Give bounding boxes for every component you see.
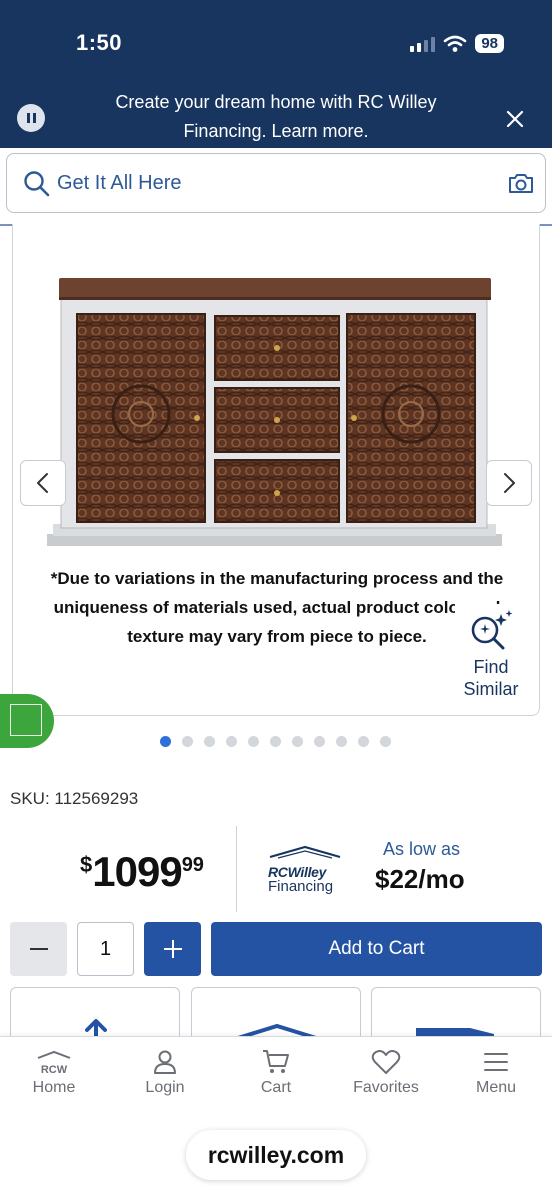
status-time: 1:50	[76, 30, 123, 55]
svg-text:RCW: RCW	[41, 1064, 68, 1075]
chevron-right-icon	[504, 473, 515, 493]
carousel-dot[interactable]	[358, 736, 369, 747]
close-icon[interactable]	[500, 104, 530, 134]
carousel-dot[interactable]	[182, 736, 193, 747]
find-similar-button[interactable]: Find Similar	[455, 604, 527, 710]
nav-home[interactable]: RCW Home	[9, 1049, 99, 1097]
nav-favorites[interactable]: Favorites	[341, 1049, 431, 1097]
battery-icon: 98	[475, 34, 504, 53]
search-icon[interactable]	[23, 170, 51, 198]
nav-menu-label[interactable]: Menu	[476, 1079, 516, 1096]
carousel-dot[interactable]	[380, 736, 391, 747]
nav-home-label[interactable]: Home	[33, 1079, 76, 1096]
minus-icon	[29, 948, 48, 950]
nav-cart-label[interactable]: Cart	[261, 1079, 291, 1096]
plus-icon	[163, 940, 182, 958]
price-dollars: 1099	[92, 848, 182, 895]
search-placeholder[interactable]: Get It All Here	[57, 172, 182, 195]
price-currency: $	[80, 852, 93, 877]
carousel-dot[interactable]	[248, 736, 259, 747]
nav-login[interactable]: Login	[120, 1049, 210, 1097]
add-to-cart-button[interactable]: Add to Cart	[211, 922, 542, 976]
rcwilley-financing-logo[interactable]: RCWilley Financing	[268, 845, 342, 895]
cart-icon	[263, 1050, 289, 1073]
nav-login-label[interactable]: Login	[145, 1079, 184, 1096]
product-gallery: *Due to variations in the manufacturing …	[12, 224, 540, 716]
promo-banner[interactable]: Create your dream home with RC Willey Fi…	[0, 80, 552, 148]
browser-url-bar[interactable]: rcwilley.com	[186, 1130, 366, 1180]
price-divider	[236, 826, 237, 912]
carousel-dot[interactable]	[292, 736, 303, 747]
image-carousel-dots[interactable]	[160, 736, 391, 747]
carousel-dot[interactable]	[226, 736, 237, 747]
carousel-dot[interactable]	[160, 736, 171, 747]
user-icon	[154, 1050, 176, 1074]
wifi-icon	[444, 35, 467, 52]
heart-icon	[371, 1050, 401, 1074]
financing-logo-subtitle: Financing	[268, 878, 334, 895]
as-low-as-label[interactable]: As low as	[383, 839, 460, 860]
banner-text[interactable]: Create your dream home with RC Willey Fi…	[80, 88, 472, 146]
square-icon	[10, 704, 42, 736]
pause-icon[interactable]	[17, 104, 45, 132]
rcw-home-icon: RCW	[37, 1050, 71, 1075]
house-roof-icon	[269, 845, 341, 859]
sparkle-search-icon	[471, 610, 513, 650]
search-input[interactable]: Get It All Here	[6, 153, 546, 213]
monthly-payment[interactable]: $22/mo	[375, 864, 465, 895]
menu-icon	[484, 1053, 508, 1071]
color-disclaimer: *Due to variations in the manufacturing …	[50, 569, 504, 646]
nav-cart[interactable]: Cart	[231, 1049, 321, 1097]
search-bar: Get It All Here	[0, 148, 552, 226]
nav-menu[interactable]: Menu	[451, 1049, 541, 1097]
quantity-increase-button[interactable]	[144, 922, 201, 976]
product-sku: SKU: 112569293	[10, 789, 139, 808]
product-image[interactable]	[47, 268, 507, 558]
cellular-signal-icon	[410, 36, 436, 52]
chevron-left-icon	[37, 473, 48, 493]
status-bar: 1:50 98	[0, 0, 552, 80]
carousel-dot[interactable]	[336, 736, 347, 747]
product-price: $109999	[80, 848, 204, 896]
prev-image-button[interactable]	[20, 460, 66, 506]
carousel-dot[interactable]	[204, 736, 215, 747]
carousel-dot[interactable]	[314, 736, 325, 747]
price-cents: 99	[181, 854, 204, 876]
next-image-button[interactable]	[486, 460, 532, 506]
quantity-decrease-button[interactable]	[10, 922, 67, 976]
quantity-input[interactable]: 1	[77, 922, 134, 976]
side-feedback-tab[interactable]	[0, 694, 54, 748]
find-similar-label[interactable]: Find Similar	[455, 656, 527, 700]
carousel-dot[interactable]	[270, 736, 281, 747]
nav-favorites-label[interactable]: Favorites	[353, 1079, 419, 1096]
camera-icon[interactable]	[507, 171, 535, 195]
status-icons: 98	[410, 34, 504, 53]
